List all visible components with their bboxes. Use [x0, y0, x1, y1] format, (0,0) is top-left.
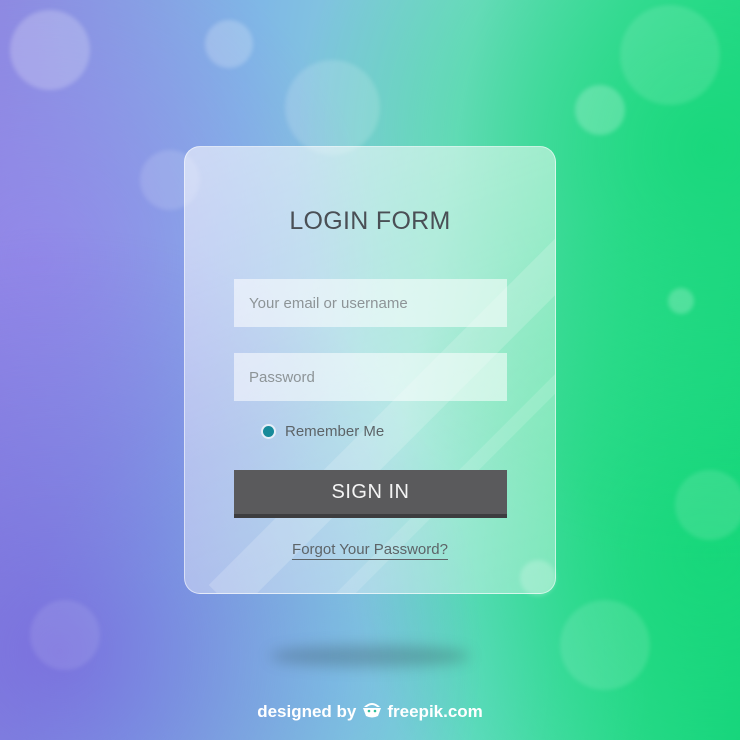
radio-dot-icon[interactable]: [263, 426, 274, 437]
remember-me-toggle[interactable]: Remember Me: [263, 423, 384, 440]
attribution-prefix: designed by: [257, 701, 357, 721]
password-input[interactable]: [234, 353, 507, 401]
forgot-password-container: Forgot Your Password?: [185, 541, 555, 560]
bokeh-circle: [675, 470, 740, 540]
bokeh-circle: [205, 20, 253, 68]
attribution-brand: freepik.com: [387, 701, 483, 721]
card-shadow: [270, 645, 470, 667]
email-input[interactable]: [234, 279, 507, 327]
remember-me-label: Remember Me: [285, 423, 385, 440]
login-card: LOGIN FORM Remember Me SIGN IN Forgot Yo…: [184, 146, 556, 594]
forgot-password-link[interactable]: Forgot Your Password?: [292, 541, 448, 560]
bokeh-circle: [30, 600, 100, 670]
bokeh-circle: [668, 288, 694, 314]
freepik-logo-icon: [361, 700, 383, 723]
sign-in-button[interactable]: SIGN IN: [234, 470, 507, 518]
bokeh-circle: [575, 85, 625, 135]
bokeh-circle: [285, 60, 380, 155]
bokeh-circle: [10, 10, 90, 90]
bokeh-circle: [620, 5, 720, 105]
attribution-footer: designed by freepik.com: [0, 700, 740, 723]
form-title: LOGIN FORM: [289, 207, 451, 235]
bokeh-circle: [560, 600, 650, 690]
